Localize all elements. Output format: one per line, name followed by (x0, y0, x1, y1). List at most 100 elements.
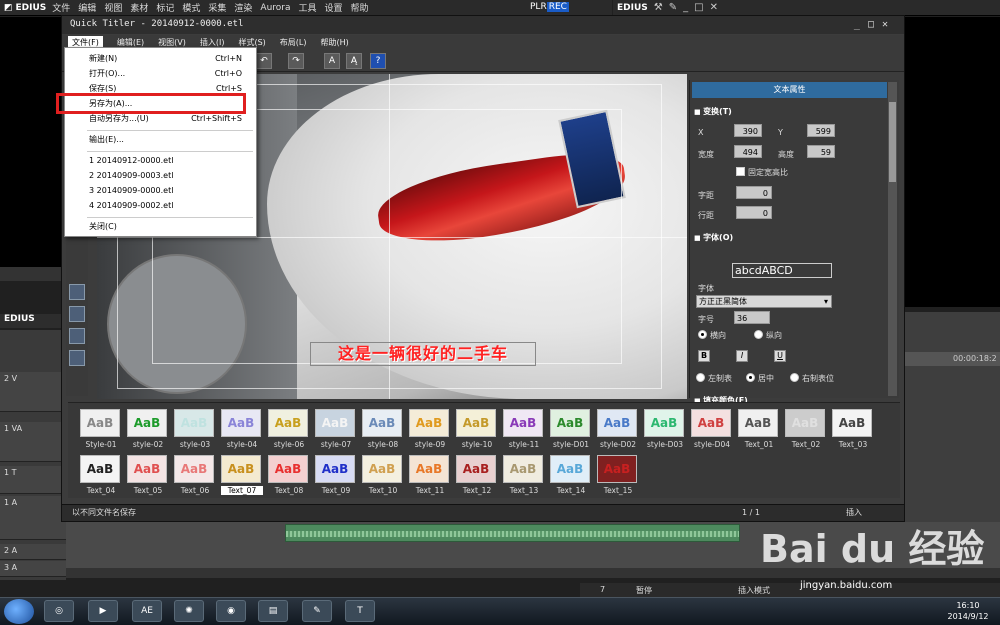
menu-recent-3[interactable]: 3 20140909-0000.etl (65, 184, 256, 198)
recorder-settings-icon[interactable]: ✎ (669, 2, 677, 13)
taskbar-app-5-icon[interactable]: ◉ (216, 600, 246, 622)
font-size-select[interactable]: 36 (734, 311, 770, 324)
menu-new[interactable]: 新建(N) Ctrl+N (65, 52, 256, 66)
style-thumb[interactable]: AaB style-D04 (691, 409, 733, 449)
menu-open[interactable]: 打开(O)... Ctrl+O (65, 67, 256, 81)
style-thumb[interactable]: AaB style-11 (503, 409, 545, 449)
edius-menu-render[interactable]: 渲染 (234, 1, 252, 14)
recorder-minimize-icon[interactable]: _ (683, 2, 688, 13)
menu-recent-4[interactable]: 4 20140909-0002.etl (65, 199, 256, 213)
props-scrollbar[interactable] (888, 82, 897, 396)
style-thumb[interactable]: AaB style-03 (174, 409, 216, 449)
style-thumb[interactable]: AaB style-D02 (597, 409, 639, 449)
italic-button[interactable]: I (736, 350, 748, 362)
plr-rec-indicator[interactable]: PLR REC (530, 2, 569, 12)
edius-menu-file[interactable]: 文件 (52, 1, 70, 14)
edius-menu-settings[interactable]: 设置 (325, 1, 343, 14)
help-icon[interactable]: ? (370, 53, 386, 69)
style-thumb[interactable]: AaB Text_11 (409, 455, 451, 495)
style-thumb[interactable]: AaB Text_12 (456, 455, 498, 495)
height-input[interactable]: 59 (807, 145, 835, 158)
tool-frame-icon[interactable] (69, 328, 85, 344)
qt-minimize-icon[interactable]: _ (854, 19, 868, 30)
edius-menu-capture[interactable]: 采集 (208, 1, 226, 14)
width-input[interactable]: 494 (734, 145, 762, 158)
menu-auto-save-as[interactable]: 自动另存为...(U) Ctrl+Shift+S (65, 112, 256, 126)
style-thumb[interactable]: AaB Text_07 (221, 455, 263, 495)
style-thumb[interactable]: AaB style-10 (456, 409, 498, 449)
style-thumb[interactable]: AaB Style-01 (80, 409, 122, 449)
taskbar-explorer-icon[interactable]: ▤ (258, 600, 288, 622)
edius-menu-help[interactable]: 帮助 (351, 1, 369, 14)
edius-menu-clip[interactable]: 素材 (130, 1, 148, 14)
audio-clip[interactable] (285, 524, 740, 542)
props-scrollbar-thumb[interactable] (889, 102, 896, 182)
align-center-radio[interactable] (746, 373, 755, 382)
taskbar-app-7-icon[interactable]: ✎ (302, 600, 332, 622)
edius-menu-view[interactable]: 视图 (104, 1, 122, 14)
style-thumb[interactable]: AaB style-06 (268, 409, 310, 449)
qt-menu-layout[interactable]: 布局(L) (280, 37, 307, 48)
style-thumb[interactable]: AaB Text_01 (738, 409, 780, 449)
style-thumb[interactable]: AaB style-08 (362, 409, 404, 449)
bold-button[interactable]: B (698, 350, 710, 362)
text-style-icon[interactable]: A (324, 53, 340, 69)
y-input[interactable]: 599 (807, 124, 835, 137)
recorder-close-icon[interactable]: ✕ (710, 2, 718, 13)
menu-recent-2[interactable]: 2 20140909-0003.etl (65, 169, 256, 183)
timeline-ruler[interactable]: 00:00:18:2 (905, 352, 1000, 366)
edius-menu-edit[interactable]: 编辑 (78, 1, 96, 14)
taskbar-ae-icon[interactable]: AE (132, 600, 162, 622)
track-1a[interactable]: 1 A (0, 496, 66, 540)
track-1va[interactable]: 1 VA (0, 422, 66, 462)
style-thumb[interactable]: AaB style-02 (127, 409, 169, 449)
style-thumb[interactable]: AaB Text_10 (362, 455, 404, 495)
menu-close[interactable]: 关闭(C) (65, 220, 256, 234)
align-left-radio[interactable] (696, 373, 705, 382)
text-effect-icon[interactable]: Ą (346, 53, 362, 69)
underline-button[interactable]: U (774, 350, 786, 362)
start-button[interactable] (4, 599, 34, 624)
tool-rect-icon[interactable] (69, 284, 85, 300)
style-thumb[interactable]: AaB Text_15 (597, 455, 639, 495)
title-text-object[interactable]: 这是一辆很好的二手车 (310, 342, 536, 366)
style-thumb[interactable]: AaB Text_04 (80, 455, 122, 495)
style-thumb[interactable]: AaB Text_09 (315, 455, 357, 495)
style-thumb[interactable]: AaB Text_02 (785, 409, 827, 449)
recorder-tools-icon[interactable]: ⚒ (654, 2, 663, 13)
track-2v[interactable]: 2 V (0, 372, 66, 412)
style-thumb[interactable]: AaB Text_06 (174, 455, 216, 495)
taskbar-clock[interactable]: 16:10 2014/9/12 (940, 600, 996, 622)
style-thumb[interactable]: AaB style-D01 (550, 409, 592, 449)
track-1t[interactable]: 1 T (0, 466, 66, 494)
player-slider[interactable] (0, 267, 66, 281)
vertical-radio[interactable] (754, 330, 763, 339)
style-thumb[interactable]: AaB Text_03 (832, 409, 874, 449)
taskbar-app-1-icon[interactable]: ◎ (44, 600, 74, 622)
style-thumb[interactable]: AaB style-D03 (644, 409, 686, 449)
edius-menu-aurora[interactable]: Aurora (260, 3, 290, 13)
edius-menu-mode[interactable]: 模式 (182, 1, 200, 14)
redo-icon[interactable]: ↷ (288, 53, 304, 69)
taskbar-app-4-icon[interactable]: ✺ (174, 600, 204, 622)
align-right-radio[interactable] (790, 373, 799, 382)
qt-maximize-icon[interactable]: □ (868, 19, 882, 30)
section-transform[interactable]: 变换(T) (694, 106, 732, 117)
qt-close-icon[interactable]: ✕ (882, 19, 896, 30)
recorder-maximize-icon[interactable]: □ (694, 2, 703, 13)
style-thumb[interactable]: AaB style-04 (221, 409, 263, 449)
x-input[interactable]: 390 (734, 124, 762, 137)
section-font[interactable]: 字体(O) (694, 232, 733, 243)
tool-grid-icon[interactable] (69, 350, 85, 366)
track-3a[interactable]: 3 A (0, 561, 66, 577)
taskbar-titler-icon[interactable]: T (345, 600, 375, 622)
style-thumb[interactable]: AaB Text_13 (503, 455, 545, 495)
track-2a[interactable]: 2 A (0, 544, 66, 560)
menu-export[interactable]: 输出(E)... (65, 133, 256, 147)
style-thumb[interactable]: AaB Text_14 (550, 455, 592, 495)
tool-layer-icon[interactable] (69, 306, 85, 322)
keep-ratio-checkbox[interactable] (736, 167, 745, 176)
edius-menu-tools[interactable]: 工具 (299, 1, 317, 14)
style-thumb[interactable]: AaB Text_05 (127, 455, 169, 495)
style-thumb[interactable]: AaB style-07 (315, 409, 357, 449)
